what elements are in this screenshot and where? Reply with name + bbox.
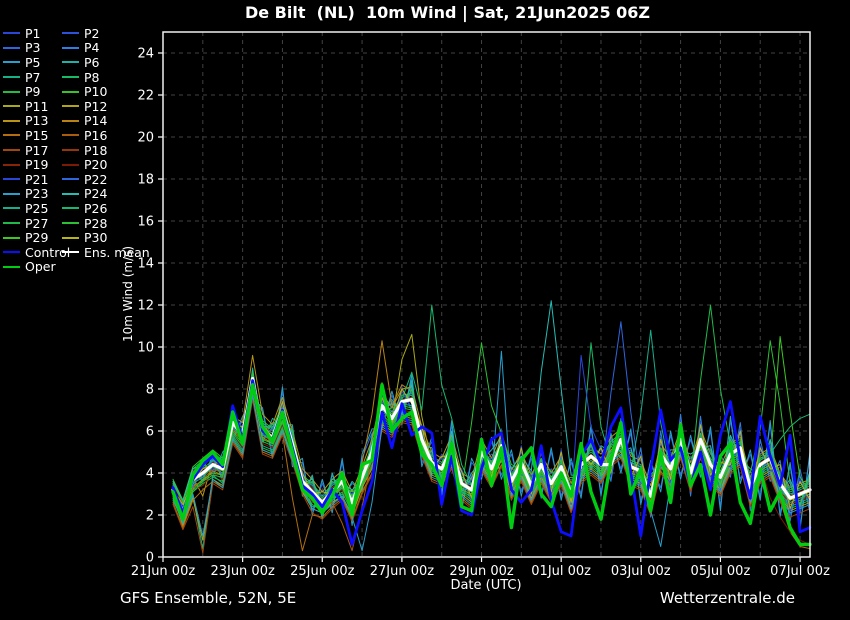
y-tick-label: 0 [146,551,154,566]
x-tick-label: 03Jul 00z [611,564,671,579]
ensemble-chart: 21Jun 00z 23Jun 00z 25Jun 00z 27Jun 00z 29Ju… [121,31,830,593]
series-line-P23 [172,350,811,552]
x-tick-label: 29Jun 00z [449,564,514,579]
meteogram-page: De Bilt (NL) 10m Wind | Sat, 21Jun2025 0… [0,0,850,620]
y-tick-label: 14 [137,257,154,272]
y-tick-label: 24 [137,47,154,62]
footer-site-name: Wetterzentrale.de [659,589,795,607]
x-axis-label: Date (UTC) [450,578,521,593]
x-tick-label: 27Jun 00z [370,564,435,579]
x-tick-label: 23Jun 00z [210,564,275,579]
y-tick-label: 22 [137,89,154,104]
y-tick-label: 8 [146,383,154,398]
y-tick-label: 16 [137,215,154,230]
y-tick-label: 20 [137,131,154,146]
y-tick-label: 6 [146,425,154,440]
y-tick-label: 2 [146,509,154,524]
footer-model-info: GFS Ensemble, 52N, 5E [120,589,297,607]
y-tick-label: 10 [137,341,154,356]
y-axis-label: 10m Wind (m/s) [121,246,135,342]
x-tick-label: 21Jun 00z [131,564,196,579]
y-tick-label: 4 [146,467,154,482]
axis-ticks-and-labels: 21Jun 00z 23Jun 00z 25Jun 00z 27Jun 00z 29Ju… [131,47,830,580]
y-tick-label: 12 [137,299,154,314]
x-tick-label: 25Jun 00z [290,564,355,579]
x-tick-label: 07Jul 00z [770,564,830,579]
x-tick-label: 01Jul 00z [531,564,591,579]
y-tick-label: 18 [137,173,154,188]
x-tick-label: 05Jul 00z [691,564,751,579]
